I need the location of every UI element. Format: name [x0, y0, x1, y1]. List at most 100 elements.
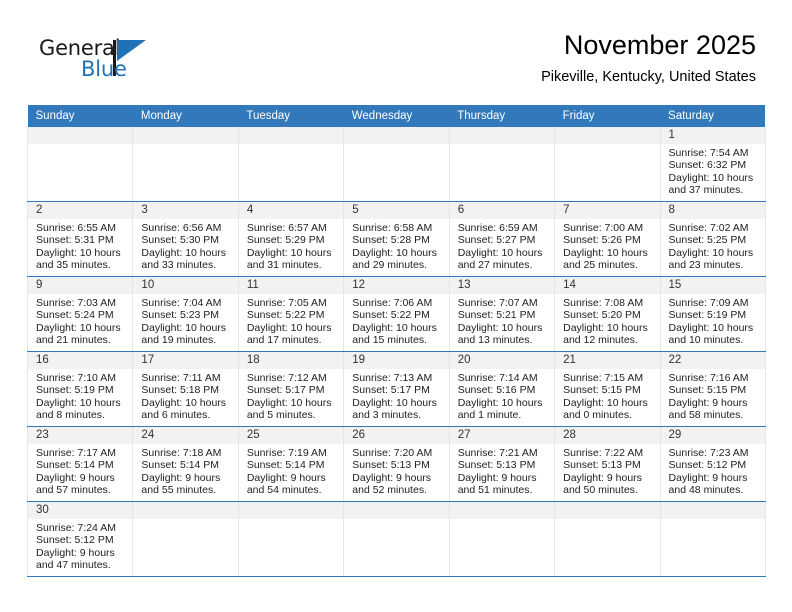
- sunset-text: Sunset: 5:16 PM: [457, 384, 536, 397]
- daylight-text-line2: and 47 minutes.: [36, 558, 111, 571]
- calendar-day-cell[interactable]: 21 Sunrise: 7:15 AM Sunset: 5:15 PM Dayligh…: [554, 351, 661, 427]
- calendar-day-cell[interactable]: 22 Sunrise: 7:16 AM Sunset: 5:15 PM Dayligh…: [659, 351, 766, 427]
- calendar-day-cell[interactable]: 20 Sunrise: 7:14 AM Sunset: 5:16 PM Dayligh…: [448, 351, 556, 427]
- day-number: [555, 127, 660, 144]
- day-sun-info: Sunrise: 7:16 AM Sunset: 5:15 PM Daylight:…: [661, 369, 765, 421]
- day-sun-info: Sunrise: 7:15 AM Sunset: 5:15 PM Daylight:…: [555, 369, 659, 421]
- daylight-text-line2: and 48 minutes.: [668, 483, 744, 496]
- sunrise-text: Sunrise: 7:06 AM: [352, 297, 433, 309]
- calendar-day-cell[interactable]: 6 Sunrise: 6:59 AM Sunset: 5:27 PM Daylight…: [448, 201, 556, 277]
- calendar-day-cell[interactable]: 3 Sunrise: 6:56 AM Sunset: 5:30 PM Daylight…: [132, 201, 239, 277]
- weekday-header-tuesday: Tuesday: [238, 105, 344, 127]
- day-number: 8: [660, 202, 765, 219]
- day-number: 12: [344, 277, 449, 294]
- sunset-text: Sunset: 5:14 PM: [36, 459, 114, 472]
- daylight-text-line1: Daylight: 10 hours: [457, 246, 543, 259]
- sunrise-text: Sunrise: 7:08 AM: [563, 297, 644, 309]
- day-number: 30: [28, 502, 133, 519]
- day-number: [133, 502, 238, 519]
- sunset-text: Sunset: 5:29 PM: [246, 234, 325, 247]
- calendar-day-cell[interactable]: 15 Sunrise: 7:09 AM Sunset: 5:19 PM Dayligh…: [659, 276, 766, 352]
- calendar-day-cell[interactable]: 29 Sunrise: 7:23 AM Sunset: 5:12 PM Dayligh…: [659, 426, 766, 502]
- sunset-text: Sunset: 5:24 PM: [36, 309, 114, 322]
- daylight-text-line1: Daylight: 10 hours: [246, 246, 332, 259]
- day-number: 27: [449, 427, 555, 444]
- page-header: General Blue November 2025 Pikeville, Ke…: [0, 0, 792, 100]
- calendar-day-cell[interactable]: 30 Sunrise: 7:24 AM Sunset: 5:12 PM Dayligh…: [26, 501, 134, 577]
- day-number: 25: [238, 427, 344, 444]
- daylight-text-line1: Daylight: 10 hours: [141, 246, 227, 259]
- day-number: 23: [28, 427, 133, 444]
- calendar-day-cell[interactable]: 25 Sunrise: 7:19 AM Sunset: 5:14 PM Dayligh…: [237, 426, 345, 502]
- daylight-text-line2: and 21 minutes.: [36, 333, 111, 346]
- sunset-text: Sunset: 5:14 PM: [141, 459, 220, 472]
- daylight-text-line2: and 31 minutes.: [246, 258, 322, 271]
- calendar-week-row: 2 Sunrise: 6:55 AM Sunset: 5:31 PM Daylight…: [26, 201, 766, 277]
- calendar-day-cell[interactable]: 11 Sunrise: 7:05 AM Sunset: 5:22 PM Dayligh…: [237, 276, 345, 352]
- sunrise-text: Sunrise: 7:19 AM: [246, 447, 327, 459]
- calendar-day-cell[interactable]: 4 Sunrise: 6:57 AM Sunset: 5:29 PM Daylight…: [237, 201, 345, 277]
- calendar-week-row: 9 Sunrise: 7:03 AM Sunset: 5:24 PM Daylight…: [26, 276, 766, 352]
- calendar-day-cell[interactable]: 18 Sunrise: 7:12 AM Sunset: 5:17 PM Dayligh…: [237, 351, 345, 427]
- day-sun-info: Sunrise: 7:12 AM Sunset: 5:17 PM Daylight:…: [239, 369, 343, 421]
- calendar-day-cell[interactable]: 17 Sunrise: 7:11 AM Sunset: 5:18 PM Dayligh…: [132, 351, 239, 427]
- day-number: 28: [555, 427, 660, 444]
- calendar-day-cell[interactable]: 10 Sunrise: 7:04 AM Sunset: 5:23 PM Dayligh…: [132, 276, 239, 352]
- sunrise-text: Sunrise: 7:09 AM: [668, 297, 749, 309]
- sunset-text: Sunset: 5:18 PM: [141, 384, 220, 397]
- calendar-day-cell[interactable]: 8 Sunrise: 7:02 AM Sunset: 5:25 PM Daylight…: [659, 201, 766, 277]
- calendar-day-cell[interactable]: 23 Sunrise: 7:17 AM Sunset: 5:14 PM Dayligh…: [26, 426, 134, 502]
- calendar-day-cell[interactable]: 9 Sunrise: 7:03 AM Sunset: 5:24 PM Daylight…: [26, 276, 134, 352]
- daylight-text-line1: Daylight: 10 hours: [36, 321, 121, 334]
- page-subtitle: Pikeville, Kentucky, United States: [541, 69, 756, 86]
- day-sun-info: Sunrise: 7:17 AM Sunset: 5:14 PM Daylight:…: [28, 444, 132, 496]
- day-number: 29: [660, 427, 765, 444]
- sunrise-text: Sunrise: 7:22 AM: [563, 447, 644, 459]
- calendar-day-cell[interactable]: 1 Sunrise: 7:54 AM Sunset: 6:32 PM Daylight…: [659, 127, 766, 202]
- daylight-text-line2: and 10 minutes.: [668, 333, 744, 346]
- calendar-day-cell[interactable]: 24 Sunrise: 7:18 AM Sunset: 5:14 PM Dayligh…: [132, 426, 239, 502]
- sunrise-text: Sunrise: 6:59 AM: [457, 222, 538, 234]
- calendar-day-cell[interactable]: 27 Sunrise: 7:21 AM Sunset: 5:13 PM Dayligh…: [448, 426, 556, 502]
- day-number: [238, 127, 344, 144]
- calendar-day-cell[interactable]: 12 Sunrise: 7:06 AM Sunset: 5:22 PM Dayligh…: [343, 276, 450, 352]
- daylight-text-line1: Daylight: 9 hours: [36, 546, 115, 559]
- calendar-day-cell[interactable]: 7 Sunrise: 7:00 AM Sunset: 5:26 PM Daylight…: [554, 201, 661, 277]
- sunset-text: Sunset: 5:13 PM: [352, 459, 430, 472]
- sunset-text: Sunset: 5:23 PM: [141, 309, 220, 322]
- calendar-day-cell[interactable]: 2 Sunrise: 6:55 AM Sunset: 5:31 PM Daylight…: [26, 201, 134, 277]
- sunset-text: Sunset: 5:15 PM: [668, 384, 747, 397]
- daylight-text-line2: and 13 minutes.: [457, 333, 533, 346]
- day-number: [133, 127, 238, 144]
- daylight-text-line2: and 29 minutes.: [352, 258, 427, 271]
- daylight-text-line2: and 58 minutes.: [668, 408, 744, 421]
- daylight-text-line1: Daylight: 10 hours: [246, 321, 332, 334]
- page-title: November 2025: [563, 30, 756, 60]
- day-sun-info: Sunrise: 7:13 AM Sunset: 5:17 PM Daylight:…: [344, 369, 448, 421]
- calendar-day-cell[interactable]: 16 Sunrise: 7:10 AM Sunset: 5:19 PM Dayligh…: [26, 351, 134, 427]
- general-blue-logo[interactable]: General Blue: [39, 38, 219, 90]
- calendar-day-cell[interactable]: 28 Sunrise: 7:22 AM Sunset: 5:13 PM Dayligh…: [554, 426, 661, 502]
- daylight-text-line1: Daylight: 9 hours: [141, 471, 221, 484]
- daylight-text-line1: Daylight: 10 hours: [352, 246, 437, 259]
- day-sun-info: Sunrise: 7:14 AM Sunset: 5:16 PM Daylight:…: [450, 369, 554, 421]
- daylight-text-line2: and 3 minutes.: [352, 408, 422, 421]
- daylight-text-line1: Daylight: 10 hours: [668, 246, 754, 259]
- day-number: 15: [660, 277, 765, 294]
- sunrise-text: Sunrise: 7:18 AM: [141, 447, 222, 459]
- calendar-day-cell[interactable]: 14 Sunrise: 7:08 AM Sunset: 5:20 PM Dayligh…: [554, 276, 661, 352]
- calendar-day-cell[interactable]: 5 Sunrise: 6:58 AM Sunset: 5:28 PM Daylight…: [343, 201, 450, 277]
- day-number: 5: [344, 202, 449, 219]
- day-sun-info: Sunrise: 7:05 AM Sunset: 5:22 PM Daylight:…: [239, 294, 343, 346]
- calendar-day-cell[interactable]: 19 Sunrise: 7:13 AM Sunset: 5:17 PM Dayligh…: [343, 351, 450, 427]
- sunrise-text: Sunrise: 7:05 AM: [246, 297, 327, 309]
- sunset-text: Sunset: 5:13 PM: [563, 459, 641, 472]
- daylight-text-line1: Daylight: 10 hours: [141, 396, 227, 409]
- day-number: [344, 502, 449, 519]
- calendar-day-cell[interactable]: 13 Sunrise: 7:07 AM Sunset: 5:21 PM Dayligh…: [448, 276, 556, 352]
- daylight-text-line2: and 27 minutes.: [457, 258, 533, 271]
- sunrise-text: Sunrise: 7:02 AM: [668, 222, 749, 234]
- day-number: [344, 127, 449, 144]
- sunset-text: Sunset: 5:17 PM: [352, 384, 430, 397]
- calendar-day-cell[interactable]: 26 Sunrise: 7:20 AM Sunset: 5:13 PM Dayligh…: [343, 426, 450, 502]
